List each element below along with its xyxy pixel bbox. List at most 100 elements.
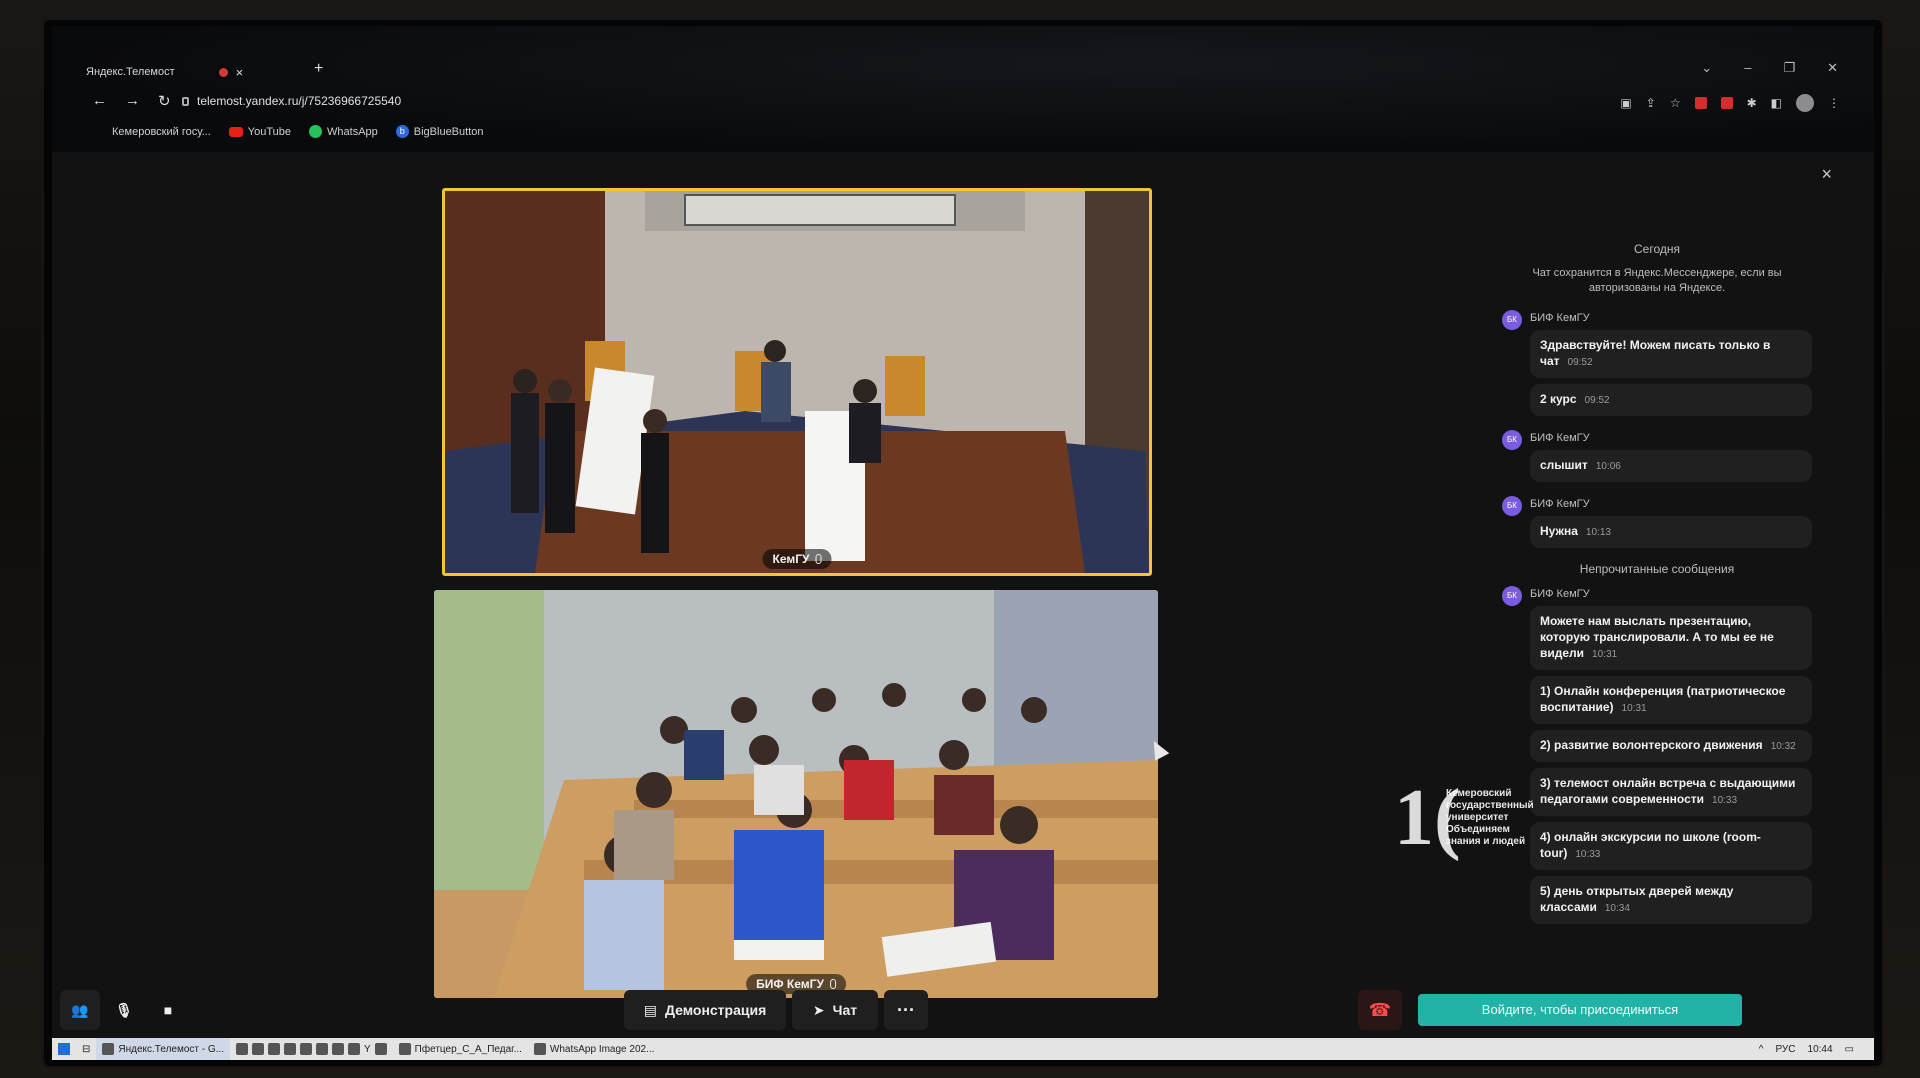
pdf-extension-icon[interactable]	[1694, 97, 1707, 109]
pdf-icon	[398, 1043, 411, 1055]
message-group: БК БИФ КемГУ Здравствуйте! Можем писать …	[1502, 310, 1812, 422]
chrome-icon	[102, 1043, 115, 1055]
app-icon	[348, 1043, 360, 1055]
camera-icon[interactable]: ▣	[1620, 96, 1631, 110]
browser-chrome: Яндекс.Телемост × + ⌄ – ❐ ✕ ← → ↻ telemo…	[52, 26, 1874, 152]
bookmark-whatsapp[interactable]: WhatsApp	[309, 125, 378, 138]
address-bar[interactable]: telemost.yandex.ru/j/75236966725540	[182, 94, 401, 108]
taskbar-item-image[interactable]: WhatsApp Image 202...	[528, 1038, 661, 1060]
message-author: БИФ КемГУ	[1530, 312, 1590, 324]
clock[interactable]: 10:44	[1808, 1044, 1833, 1055]
notification-icon[interactable]: ▭	[1845, 1044, 1854, 1055]
chat-button[interactable]: ➤ Чат	[792, 990, 878, 1030]
app-icon	[284, 1043, 296, 1055]
participant-label: КемГУ	[762, 549, 832, 569]
video-camera-icon: ■	[163, 1002, 173, 1018]
tab-title: Яндекс.Телемост	[86, 66, 175, 78]
windows-icon	[58, 1043, 70, 1055]
add-user-icon: 👥	[71, 1001, 89, 1018]
yandex-icon: Y	[364, 1043, 371, 1055]
taskbar-item-telemost[interactable]: Яндекс.Телемост - G...	[96, 1038, 230, 1060]
extensions-icon[interactable]: ✱	[1747, 96, 1757, 110]
message-group: БК БИФ КемГУ слышит 10:06	[1502, 430, 1812, 488]
logo-text: Кемеровский государственный университет …	[1446, 788, 1534, 847]
app-icon	[268, 1043, 280, 1055]
message[interactable]: Можете нам выслать презентацию, которую …	[1530, 606, 1812, 670]
chat-note: Чат сохранится в Яндекс.Мессенджере, есл…	[1532, 267, 1782, 294]
reload-icon[interactable]: ↻	[158, 92, 171, 110]
microphone-icon: 🎙	[115, 1001, 133, 1018]
url-text: telemost.yandex.ru/j/75236966725540	[197, 94, 402, 108]
avatar: БК	[1502, 430, 1522, 450]
message-group: БК БИФ КемГУ Нужна 10:13	[1502, 496, 1812, 554]
message[interactable]: 1) Онлайн конференция (патриотическое во…	[1530, 676, 1812, 724]
record-extension-icon[interactable]	[1720, 97, 1733, 109]
app-icon	[236, 1043, 248, 1055]
more-button[interactable]: ···	[884, 990, 928, 1030]
bookmark-bigbluebutton[interactable]: b BigBlueButton	[395, 125, 483, 138]
avatar: БК	[1502, 310, 1522, 330]
hang-up-button[interactable]: ☎	[1358, 990, 1402, 1030]
settings-icon	[252, 1043, 264, 1055]
message[interactable]: Нужна 10:13	[1530, 516, 1812, 548]
close-chat-icon[interactable]: ×	[1821, 164, 1832, 185]
avatar: БК	[1502, 496, 1522, 516]
message[interactable]: 5) день открытых дверей между классами 10…	[1530, 876, 1812, 924]
message[interactable]: слышит 10:06	[1530, 450, 1812, 482]
message[interactable]: 2 курс 09:52	[1530, 384, 1812, 416]
close-window-icon[interactable]: ✕	[1827, 60, 1838, 76]
camera-button[interactable]: ■	[148, 990, 188, 1030]
university-logo-watermark: 1( Кемеровский государственный университ…	[1394, 778, 1634, 868]
windows-taskbar: ⊟ Яндекс.Телемост - G... Y Пфетцер_С_А_П…	[52, 1038, 1874, 1060]
browser-toolbar: ▣ ⇪ ☆ ✱ ◧ ⋮	[1620, 94, 1840, 112]
chevron-down-icon[interactable]: ⌄	[1701, 60, 1712, 76]
tab-close-icon[interactable]: ×	[236, 65, 244, 80]
video-tile-kemgu[interactable]: КемГУ	[442, 188, 1152, 576]
nav-buttons: ← → ↻	[92, 92, 171, 110]
telemost-app: КемГУ БИФ КемГУ × Сегодня Чат сохранится…	[52, 152, 1874, 1060]
message-author: БИФ КемГУ	[1530, 432, 1590, 444]
app-icon	[316, 1043, 328, 1055]
video-frame-classroom	[434, 590, 1158, 998]
avatar: БК	[1502, 586, 1522, 606]
bigbluebutton-icon: b	[395, 125, 409, 138]
message-author: БИФ КемГУ	[1530, 498, 1590, 510]
start-button[interactable]	[52, 1038, 76, 1060]
share-icon[interactable]: ⇪	[1646, 96, 1656, 110]
screen-share-button[interactable]: ▤ Демонстрация	[624, 990, 786, 1030]
bookmarks-bar: Кемеровский госу... YouTube WhatsApp b Bi…	[112, 125, 483, 138]
mic-muted-icon	[829, 979, 836, 989]
task-view-button[interactable]: ⊟	[76, 1038, 96, 1060]
message[interactable]: Здравствуйте! Можем писать только в чат 0…	[1530, 330, 1812, 378]
profile-avatar[interactable]	[1796, 94, 1814, 112]
new-tab-button[interactable]: +	[314, 60, 323, 78]
back-icon[interactable]: ←	[92, 92, 107, 110]
menu-icon[interactable]: ⋮	[1828, 96, 1840, 110]
phone-hangup-icon: ☎	[1368, 999, 1392, 1020]
star-icon[interactable]: ☆	[1670, 96, 1681, 110]
sidebar-icon[interactable]: ◧	[1771, 96, 1782, 110]
unread-divider: Непрочитанные сообщения	[1579, 562, 1735, 576]
join-login-button[interactable]: Войдите, чтобы присоединиться	[1418, 994, 1742, 1026]
mic-button[interactable]: 🎙	[104, 990, 144, 1030]
mic-icon	[815, 554, 822, 564]
minimize-icon[interactable]: –	[1744, 60, 1751, 76]
maximize-icon[interactable]: ❐	[1783, 60, 1795, 76]
whatsapp-icon	[309, 125, 323, 138]
add-participant-button[interactable]: 👥	[60, 990, 100, 1030]
browser-tab[interactable]: Яндекс.Телемост ×	[86, 60, 296, 84]
chat-date: Сегодня	[1634, 242, 1680, 256]
screen: Яндекс.Телемост × + ⌄ – ❐ ✕ ← → ↻ telemo…	[52, 26, 1874, 1060]
message-author: БИФ КемГУ	[1530, 588, 1590, 600]
forward-icon[interactable]: →	[125, 92, 140, 110]
video-tile-bif-kemgu[interactable]: БИФ КемГУ	[434, 590, 1158, 998]
bookmark-youtube[interactable]: YouTube	[228, 126, 291, 138]
taskbar-item-pdf[interactable]: Пфетцер_С_А_Педаг...	[393, 1038, 528, 1060]
taskbar-pinned-apps[interactable]: Y	[230, 1038, 393, 1060]
edge-icon	[332, 1043, 344, 1055]
language-indicator[interactable]: РУС	[1775, 1044, 1795, 1055]
bookmark-kemgu[interactable]: Кемеровский госу...	[112, 126, 211, 138]
message[interactable]: 2) развитие волонтерского движения 10:32	[1530, 730, 1812, 762]
tray-chevron-icon[interactable]: ^	[1759, 1044, 1764, 1055]
folder-icon	[374, 1043, 387, 1055]
